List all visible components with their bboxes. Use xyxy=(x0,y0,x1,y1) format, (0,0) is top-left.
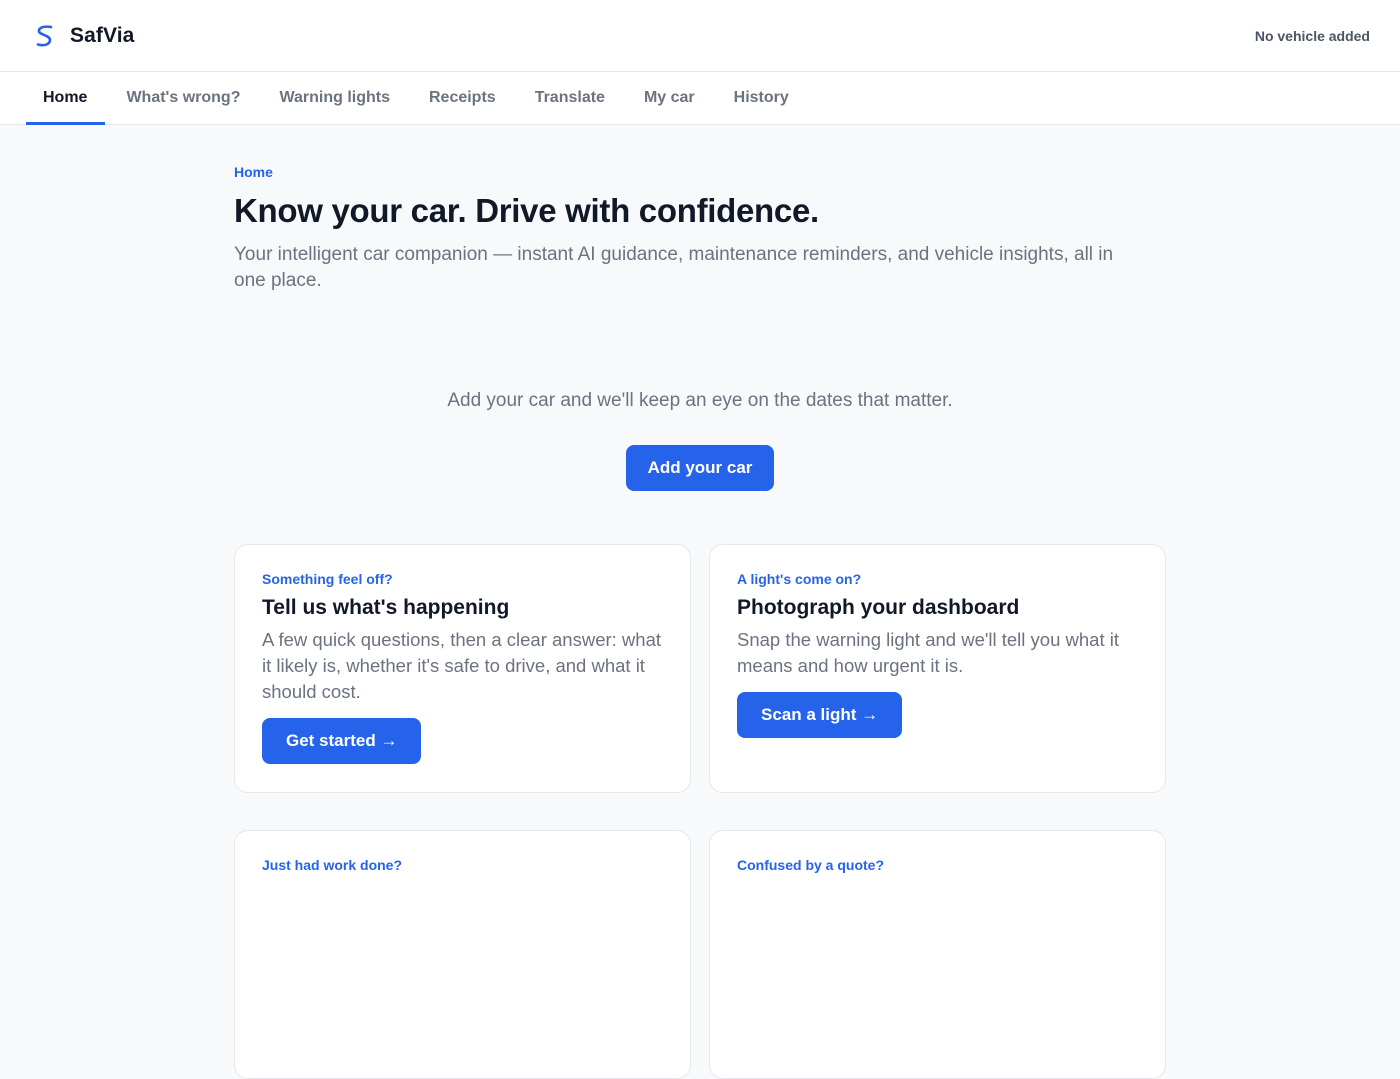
main-content: Home Know your car. Drive with confidenc… xyxy=(234,125,1166,1079)
card-kicker: A light's come on? xyxy=(737,571,862,587)
page-subtitle: Your intelligent car companion — instant… xyxy=(234,244,1114,291)
add-car-section: Add your car and we'll keep an eye on th… xyxy=(234,390,1166,491)
main-nav: Home What's wrong? Warning lights Receip… xyxy=(0,72,1400,125)
card-scan-light: A light's come on? Photograph your dashb… xyxy=(709,544,1166,793)
scan-light-button[interactable]: Scan a light → xyxy=(737,692,903,738)
card-kicker: Confused by a quote? xyxy=(737,857,884,873)
breadcrumb[interactable]: Home xyxy=(234,164,1166,180)
card-title: Tell us what's happening xyxy=(262,596,510,619)
card-description: Snap the warning light and we'll tell yo… xyxy=(737,629,1119,676)
add-car-prompt: Add your car and we'll keep an eye on th… xyxy=(447,390,953,411)
card-description: A few quick questions, then a clear answ… xyxy=(262,629,661,702)
tab-translate[interactable]: Translate xyxy=(518,72,623,124)
tab-whats-wrong[interactable]: What's wrong? xyxy=(109,72,258,124)
app-name: SafVia xyxy=(70,23,135,47)
card-diagnose: Something feel off? Tell us what's happe… xyxy=(234,544,691,793)
card-kicker: Just had work done? xyxy=(262,857,403,873)
tab-receipts[interactable]: Receipts xyxy=(412,72,514,124)
page-title: Know your car. Drive with confidence. xyxy=(234,192,819,229)
card-title: Photograph your dashboard xyxy=(737,596,1020,619)
tab-history[interactable]: History xyxy=(717,72,807,124)
add-car-button[interactable]: Add your car xyxy=(626,445,774,491)
tab-my-car[interactable]: My car xyxy=(627,72,713,124)
vehicle-status: No vehicle added xyxy=(1254,27,1370,44)
brand[interactable]: SafVia xyxy=(34,24,134,48)
get-started-button[interactable]: Get started → xyxy=(262,718,422,764)
tab-home[interactable]: Home xyxy=(26,72,106,125)
card-kicker: Something feel off? xyxy=(262,571,393,587)
tab-warning-lights[interactable]: Warning lights xyxy=(262,72,408,124)
top-bar: SafVia No vehicle added xyxy=(0,0,1400,72)
card-receipts: Just had work done? xyxy=(234,830,691,1079)
feature-cards: Something feel off? Tell us what's happe… xyxy=(234,544,1166,1079)
safvia-logo-icon xyxy=(34,24,56,48)
card-quote: Confused by a quote? xyxy=(709,830,1166,1079)
